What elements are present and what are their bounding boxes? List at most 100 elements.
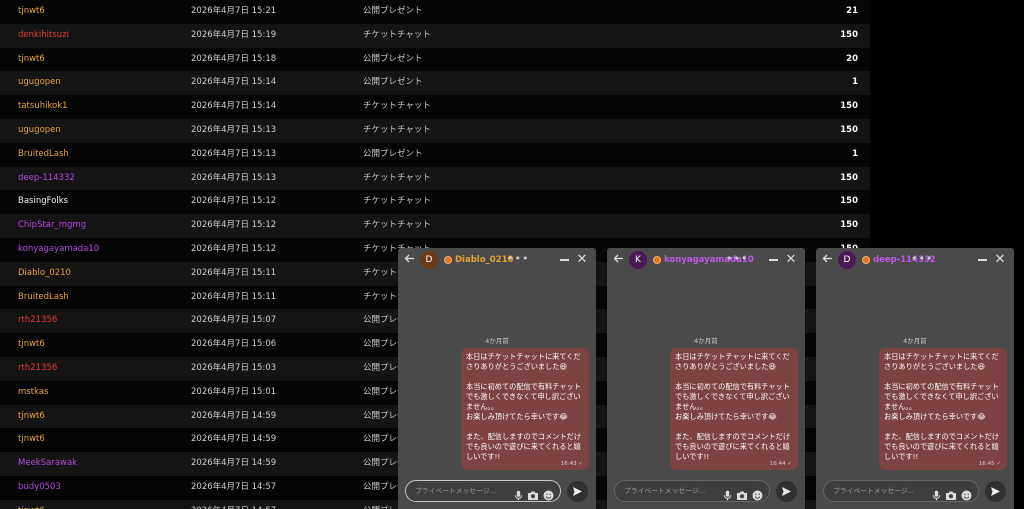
row-username[interactable]: tjnwt6 xyxy=(18,0,45,24)
send-button[interactable] xyxy=(776,481,797,502)
microphone-icon[interactable] xyxy=(513,486,524,501)
row-username[interactable]: tjnwt6 xyxy=(18,48,45,72)
send-button[interactable] xyxy=(985,481,1006,502)
private-message-input[interactable] xyxy=(415,485,507,497)
message-bubble: 本日はチケットチャットに来てくださりありがとうございました😆 本当に初めての配信… xyxy=(879,348,1007,470)
avatar[interactable]: D xyxy=(838,251,856,269)
row-type: 公開プレゼント xyxy=(363,77,423,88)
close-icon[interactable]: ✕ xyxy=(994,253,1006,267)
row-username[interactable]: budy0503 xyxy=(18,476,61,500)
row-username[interactable]: tjnwt6 xyxy=(18,405,45,429)
minimize-icon[interactable] xyxy=(978,259,987,261)
emoji-icon[interactable] xyxy=(752,486,763,501)
avatar[interactable]: K xyxy=(629,251,647,269)
row-date: 2026年4月7日 14:57 xyxy=(191,481,277,492)
rank-badge-icon xyxy=(444,256,452,264)
send-button[interactable] xyxy=(567,481,588,502)
chat-header: Ddeep-114332 ••• ✕ xyxy=(816,248,1014,272)
row-username[interactable]: rth21356 xyxy=(18,309,57,333)
message-text: 本日はチケットチャットに来てくださりありがとうございました😆 本当に初めての配信… xyxy=(884,352,1000,461)
row-type: チケットチャット xyxy=(363,172,431,183)
private-message-input[interactable] xyxy=(833,485,925,497)
close-icon[interactable]: ✕ xyxy=(785,253,797,267)
row-username[interactable]: Diablo_0210 xyxy=(18,262,71,286)
row-date: 2026年4月7日 15:19 xyxy=(191,29,277,40)
row-username[interactable]: MeekSarawak xyxy=(18,452,77,476)
chat-header: Kkonyagayamada10 ••• ✕ xyxy=(607,248,805,272)
row-amount: 21 xyxy=(846,6,858,16)
row-date: 2026年4月7日 15:01 xyxy=(191,386,277,397)
message-date-label: 4か月前 xyxy=(903,337,927,345)
row-amount: 150 xyxy=(840,29,858,40)
message-timestamp: 16:44 ✓ xyxy=(769,461,792,467)
row-username[interactable]: tjnwt6 xyxy=(18,500,45,509)
row-date: 2026年4月7日 15:11 xyxy=(191,291,277,302)
row-date: 2026年4月7日 15:03 xyxy=(191,362,277,373)
table-row: denkihitsuzi 2026年4月7日 15:19 チケットチャット 150 xyxy=(0,23,870,48)
row-username[interactable]: konyagayamada10 xyxy=(18,238,99,262)
row-date: 2026年4月7日 15:14 xyxy=(191,101,277,112)
row-username[interactable]: ChipStar_mgmg xyxy=(18,214,86,238)
send-icon xyxy=(782,487,791,496)
more-options-icon[interactable]: ••• xyxy=(911,253,933,265)
emoji-icon[interactable] xyxy=(961,486,972,501)
chat-username[interactable]: Diablo_0210 xyxy=(455,254,513,266)
message-timestamp: 16:45 ✓ xyxy=(978,461,1001,467)
row-date: 2026年4月7日 15:13 xyxy=(191,148,277,159)
table-row: tjnwt6 2026年4月7日 15:18 公開プレゼント 20 xyxy=(0,47,870,72)
row-username[interactable]: rth21356 xyxy=(18,357,57,381)
more-options-icon[interactable]: ••• xyxy=(726,253,748,265)
row-username[interactable]: mstkas xyxy=(18,381,48,405)
emoji-icon[interactable] xyxy=(543,486,554,501)
row-username[interactable]: BruitedLash xyxy=(18,143,69,167)
camera-icon[interactable] xyxy=(527,486,538,500)
private-message-input[interactable] xyxy=(624,485,716,497)
message-date-label: 4か月前 xyxy=(694,337,718,345)
row-username[interactable]: denkihitsuzi xyxy=(18,24,69,48)
row-amount: 150 xyxy=(840,124,858,135)
minimize-icon[interactable] xyxy=(769,259,778,261)
minimize-icon[interactable] xyxy=(560,259,569,261)
message-bubble: 本日はチケットチャットに来てくださりありがとうございました😆 本当に初めての配信… xyxy=(461,348,589,470)
row-date: 2026年4月7日 15:18 xyxy=(191,53,277,64)
row-username[interactable]: BruitedLash xyxy=(18,286,69,310)
avatar[interactable]: D xyxy=(420,251,438,269)
row-username[interactable]: tatsuhikok1 xyxy=(18,95,68,119)
row-date: 2026年4月7日 15:12 xyxy=(191,220,277,231)
back-arrow-icon[interactable] xyxy=(822,253,834,267)
message-composer xyxy=(405,480,561,502)
row-amount: 1 xyxy=(852,148,858,159)
message-text: 本日はチケットチャットに来てくださりありがとうございました😆 本当に初めての配信… xyxy=(675,352,791,461)
back-arrow-icon[interactable] xyxy=(404,253,416,267)
row-username[interactable]: ugugopen xyxy=(18,71,61,95)
row-date: 2026年4月7日 15:21 xyxy=(191,6,277,16)
back-arrow-icon[interactable] xyxy=(613,253,625,267)
row-username[interactable]: BasingFolks xyxy=(18,190,68,214)
send-icon xyxy=(991,487,1000,496)
row-amount: 20 xyxy=(846,53,858,64)
chat-header: D Diablo_0210 ••• ✕ xyxy=(398,248,596,272)
row-date: 2026年4月7日 14:59 xyxy=(191,434,277,445)
message-bubble: 本日はチケットチャットに来てくださりありがとうございました😆 本当に初めての配信… xyxy=(670,348,798,470)
close-icon[interactable]: ✕ xyxy=(576,253,588,267)
row-amount: 150 xyxy=(840,196,858,207)
camera-icon[interactable] xyxy=(945,486,956,500)
row-username[interactable]: deep-114332 xyxy=(18,167,75,191)
send-icon xyxy=(573,487,582,496)
row-date: 2026年4月7日 15:07 xyxy=(191,315,277,326)
row-amount: 150 xyxy=(840,172,858,183)
rank-badge-icon xyxy=(653,256,661,264)
camera-icon[interactable] xyxy=(736,486,747,500)
microphone-icon[interactable] xyxy=(931,486,942,501)
row-type: チケットチャット xyxy=(363,29,431,40)
more-options-icon[interactable]: ••• xyxy=(507,253,529,265)
row-username[interactable]: tjnwt6 xyxy=(18,333,45,357)
row-date: 2026年4月7日 14:57 xyxy=(191,500,276,509)
chat-window: Kkonyagayamada10 ••• ✕ 4か月前 本日はチケットチャットに来てくだ… xyxy=(607,248,805,509)
row-username[interactable]: tjnwt6 xyxy=(18,428,45,452)
table-row: tjnwt6 2026年4月7日 15:21 公開プレゼント 21 xyxy=(0,0,870,24)
microphone-icon[interactable] xyxy=(722,486,733,501)
table-row: ChipStar_mgmg 2026年4月7日 15:12 チケットチャット 150 xyxy=(0,214,870,238)
row-date: 2026年4月7日 15:13 xyxy=(191,172,277,183)
row-username[interactable]: ugugopen xyxy=(18,119,61,143)
